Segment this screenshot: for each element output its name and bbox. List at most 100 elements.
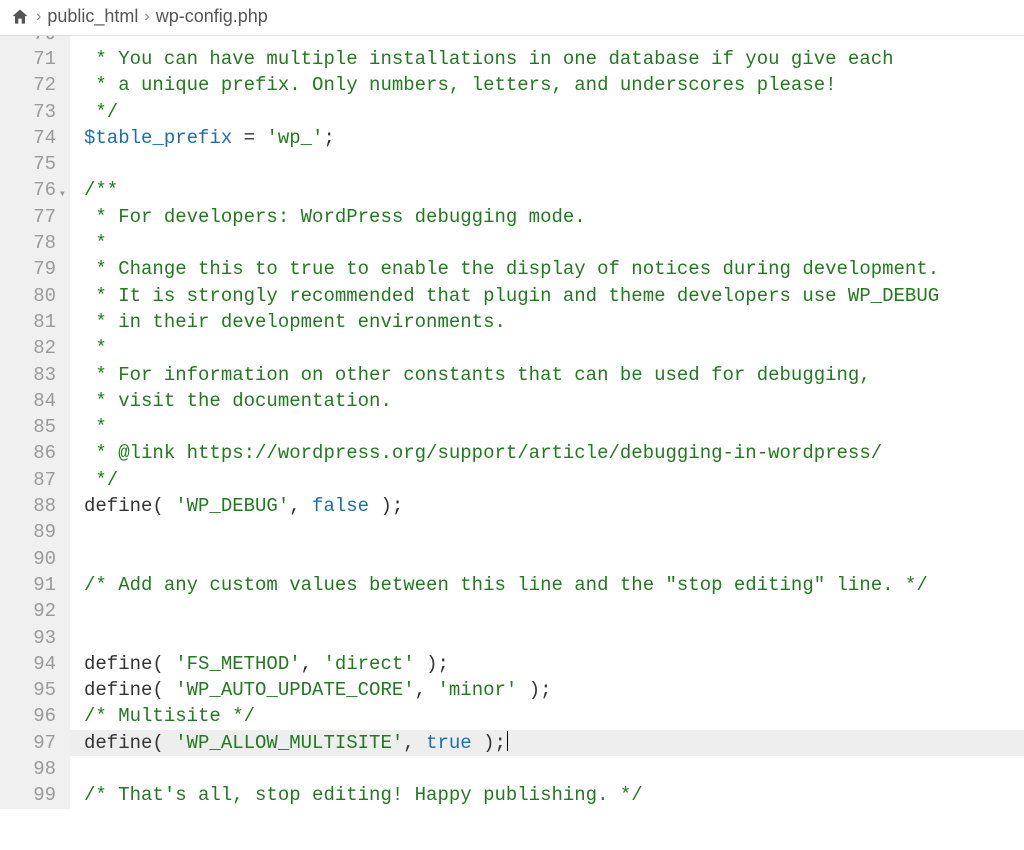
code-line[interactable]: * It is strongly recommended that plugin…	[84, 283, 1024, 309]
breadcrumb-item[interactable]: wp-config.php	[156, 6, 268, 27]
code-token: * visit the documentation.	[84, 390, 392, 412]
code-line[interactable]: $table_prefix = 'wp_';	[84, 125, 1024, 151]
code-line[interactable]: * visit the documentation.	[84, 388, 1024, 414]
line-number: 94	[0, 651, 56, 677]
code-token: );	[472, 732, 506, 754]
code-token: $table_prefix	[84, 127, 232, 149]
line-number: 92	[0, 598, 56, 624]
code-line[interactable]: * a unique prefix. Only numbers, letters…	[84, 72, 1024, 98]
code-token: * You can have multiple installations in…	[84, 48, 894, 70]
code-line[interactable]	[84, 519, 1024, 545]
text-cursor	[507, 731, 509, 751]
code-token: * @link https://wordpress.org/support/ar…	[84, 442, 882, 464]
line-number: 97	[0, 730, 56, 756]
code-token: *	[84, 416, 107, 438]
code-token: ,	[301, 653, 324, 675]
code-token: );	[369, 495, 403, 517]
line-number: 93	[0, 625, 56, 651]
code-token: *	[84, 232, 107, 254]
code-token: *	[84, 337, 107, 359]
line-number: 89	[0, 519, 56, 545]
code-token: * Change this to true to enable the disp…	[84, 258, 939, 280]
code-line[interactable]: define( 'FS_METHOD', 'direct' );	[84, 651, 1024, 677]
line-number: 88	[0, 493, 56, 519]
line-number: 87	[0, 467, 56, 493]
line-number: 72	[0, 72, 56, 98]
code-line[interactable]: define( 'WP_DEBUG', false );	[84, 493, 1024, 519]
home-icon[interactable]	[10, 7, 30, 27]
code-token: ,	[415, 679, 438, 701]
chevron-right-icon: ›	[144, 8, 149, 26]
code-token: ,	[289, 495, 312, 517]
code-token: * For information on other constants tha…	[84, 364, 871, 386]
code-token: * a unique prefix. Only numbers, letters…	[84, 74, 837, 96]
code-line[interactable]: define( 'WP_ALLOW_MULTISITE', true );	[70, 730, 1024, 756]
code-line[interactable]: define( 'WP_AUTO_UPDATE_CORE', 'minor' )…	[84, 677, 1024, 703]
code-line[interactable]: *	[84, 230, 1024, 256]
code-line[interactable]: /**	[84, 177, 1024, 203]
code-line[interactable]	[84, 151, 1024, 177]
code-line[interactable]	[84, 546, 1024, 572]
code-token: 'WP_DEBUG'	[175, 495, 289, 517]
code-line[interactable]: * Change this to true to enable the disp…	[84, 256, 1024, 282]
line-number: 96	[0, 703, 56, 729]
line-number: 75	[0, 151, 56, 177]
code-token: */	[84, 101, 118, 123]
line-number-partial: 70	[0, 36, 70, 46]
code-line[interactable]: * @link https://wordpress.org/support/ar…	[84, 440, 1024, 466]
code-token: 'direct'	[323, 653, 414, 675]
line-number: 80	[0, 283, 56, 309]
code-editor[interactable]: 7172737475767778798081828384858687888990…	[0, 46, 1024, 809]
code-token: 'wp_'	[266, 127, 323, 149]
code-line[interactable]	[84, 598, 1024, 624]
code-token: 'WP_ALLOW_MULTISITE'	[175, 732, 403, 754]
line-number: 77	[0, 204, 56, 230]
line-number: 95	[0, 677, 56, 703]
line-number-gutter: 7172737475767778798081828384858687888990…	[0, 46, 70, 809]
line-number: 91	[0, 572, 56, 598]
code-line[interactable]: */	[84, 99, 1024, 125]
code-line[interactable]: */	[84, 467, 1024, 493]
code-token: define(	[84, 653, 175, 675]
code-line[interactable]: /* That's all, stop editing! Happy publi…	[84, 782, 1024, 808]
code-token: true	[426, 732, 472, 754]
code-line[interactable]: /* Add any custom values between this li…	[84, 572, 1024, 598]
code-token: /* That's all, stop editing! Happy publi…	[84, 784, 643, 806]
line-number: 99	[0, 782, 56, 808]
code-line[interactable]: /* Multisite */	[84, 703, 1024, 729]
code-token: * It is strongly recommended that plugin…	[84, 285, 939, 307]
code-line[interactable]	[84, 756, 1024, 782]
code-token: * For developers: WordPress debugging mo…	[84, 206, 586, 228]
line-number: 90	[0, 546, 56, 572]
line-number: 76	[0, 177, 56, 203]
code-token: 'WP_AUTO_UPDATE_CORE'	[175, 679, 414, 701]
breadcrumb-item[interactable]: public_html	[47, 6, 138, 27]
code-token: ,	[403, 732, 426, 754]
line-number: 85	[0, 414, 56, 440]
line-number: 84	[0, 388, 56, 414]
code-token: ;	[323, 127, 334, 149]
line-number: 79	[0, 256, 56, 282]
line-number: 86	[0, 440, 56, 466]
code-line[interactable]: * For developers: WordPress debugging mo…	[84, 204, 1024, 230]
code-line[interactable]: *	[84, 414, 1024, 440]
code-line[interactable]: * You can have multiple installations in…	[84, 46, 1024, 72]
code-line[interactable]: * For information on other constants tha…	[84, 362, 1024, 388]
code-token: );	[517, 679, 551, 701]
code-token: 'FS_METHOD'	[175, 653, 300, 675]
code-token: );	[415, 653, 449, 675]
code-token: 'minor'	[437, 679, 517, 701]
code-line[interactable]: *	[84, 335, 1024, 361]
code-line[interactable]: * in their development environments.	[84, 309, 1024, 335]
code-token: /* Add any custom values between this li…	[84, 574, 928, 596]
code-area[interactable]: * You can have multiple installations in…	[70, 46, 1024, 809]
code-token: */	[84, 469, 118, 491]
breadcrumb: › public_html › wp-config.php	[0, 0, 1024, 36]
code-line[interactable]	[84, 625, 1024, 651]
code-token: =	[232, 127, 266, 149]
line-number: 78	[0, 230, 56, 256]
code-token: false	[312, 495, 369, 517]
line-number: 71	[0, 46, 56, 72]
line-number: 83	[0, 362, 56, 388]
line-number: 73	[0, 99, 56, 125]
